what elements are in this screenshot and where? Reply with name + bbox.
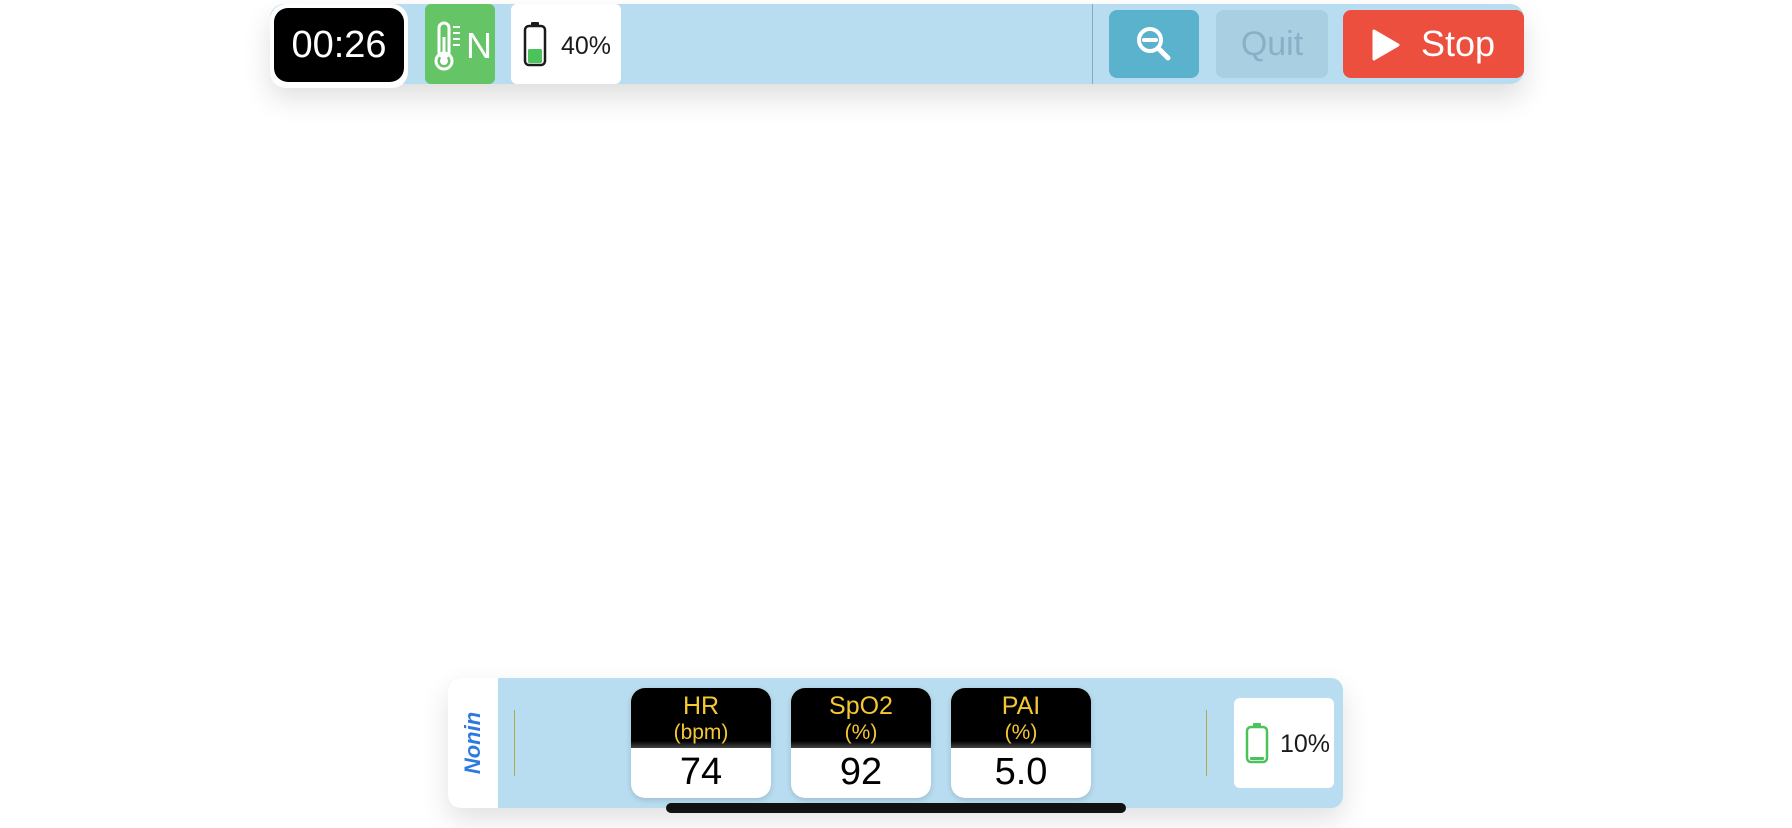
play-icon — [1372, 29, 1400, 61]
app-screen: 00:26 N 40% Quit Stop Nonin HR (bpm) 74 … — [0, 0, 1792, 828]
timer-text: 00:26 — [274, 8, 404, 82]
thermometer-icon — [434, 21, 460, 71]
battery-icon — [1245, 723, 1269, 764]
panel-divider-right — [1206, 710, 1207, 776]
metric-card-pai: PAI (%) 5.0 — [951, 688, 1091, 798]
device-battery: 10% — [1234, 698, 1334, 788]
metric-name: SpO2 — [829, 692, 893, 720]
phone-battery-fill — [528, 49, 542, 63]
metric-header: PAI (%) — [951, 688, 1091, 748]
metric-card-hr: HR (bpm) 74 — [631, 688, 771, 798]
metric-unit: (%) — [1004, 721, 1038, 744]
oximeter-panel: Nonin HR (bpm) 74 SpO2 (%) 92 PAI (%) 5.… — [448, 678, 1343, 808]
session-timer: 00:26 — [270, 4, 408, 88]
phone-battery: 40% — [511, 4, 621, 84]
metric-unit: (bpm) — [673, 721, 729, 744]
metric-name: PAI — [1001, 692, 1041, 720]
zoom-out-button[interactable] — [1109, 10, 1199, 78]
phone-battery-level: 40% — [561, 32, 612, 60]
battery-icon — [523, 22, 547, 67]
home-indicator[interactable] — [666, 803, 1126, 813]
device-battery-level: 10% — [1280, 730, 1331, 758]
metric-value: 74 — [679, 751, 723, 793]
top-toolbar: 00:26 N 40% Quit Stop — [270, 4, 1524, 88]
device-name: Nonin — [460, 711, 485, 775]
quit-button[interactable]: Quit — [1216, 10, 1328, 78]
stop-button[interactable]: Stop — [1343, 10, 1524, 78]
temperature-mode: N — [466, 25, 492, 66]
metric-value: 5.0 — [994, 751, 1048, 793]
metric-unit: (%) — [844, 721, 878, 744]
metric-value: 92 — [839, 751, 883, 793]
device-label-box: Nonin — [448, 678, 498, 808]
metric-header: HR (bpm) — [631, 688, 771, 748]
metric-card-spo2: SpO2 (%) 92 — [791, 688, 931, 798]
stop-label: Stop — [1421, 23, 1496, 64]
temperature-status[interactable]: N — [425, 4, 495, 84]
metric-header: SpO2 (%) — [791, 688, 931, 748]
device-battery-fill — [1250, 757, 1264, 760]
zoom-out-icon — [1137, 27, 1171, 61]
panel-divider-left — [514, 710, 515, 776]
toolbar-divider — [1092, 4, 1093, 84]
metric-name: HR — [682, 692, 720, 720]
